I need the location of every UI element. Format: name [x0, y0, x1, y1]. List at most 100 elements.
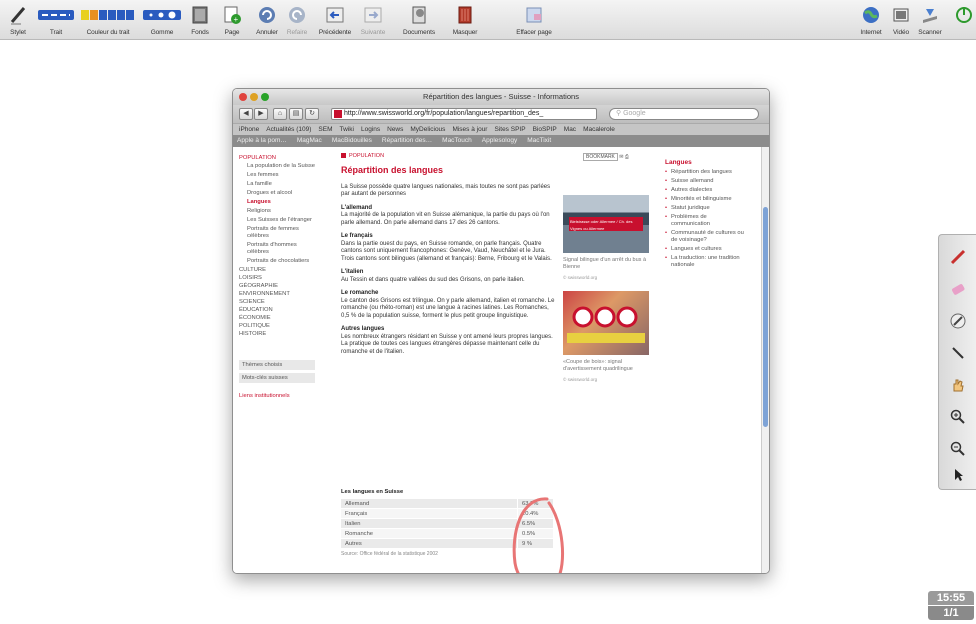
sidebar-link[interactable]: Langues et cultures: [665, 246, 747, 253]
nav-subitem[interactable]: Les Suisses de l'étranger: [239, 217, 315, 224]
nav-topic[interactable]: LOISIRS: [239, 275, 315, 281]
section-heading: L'italien: [341, 269, 364, 275]
vertical-scrollbar[interactable]: [761, 147, 769, 573]
hand-tool-icon[interactable]: [950, 377, 966, 393]
institutional-links[interactable]: Liens institutionnels: [239, 393, 315, 399]
browser-tab[interactable]: Apple à la pom…: [237, 137, 287, 144]
url-field[interactable]: http://www.swissworld.org/fr/population/…: [331, 108, 597, 120]
email-icon[interactable]: ✉: [619, 154, 623, 160]
nav-topic[interactable]: POLITIQUE: [239, 323, 315, 329]
nav-topic[interactable]: ENVIRONNEMENT: [239, 291, 315, 297]
bookmark-item[interactable]: Twiki: [340, 126, 354, 133]
nav-subitem[interactable]: La population de la Suisse: [239, 163, 315, 170]
nav-subitem[interactable]: Langues: [239, 199, 315, 206]
print-button[interactable]: ▤: [289, 108, 303, 120]
browser-tab[interactable]: MacBidouilles: [332, 137, 372, 144]
nav-topic[interactable]: SCIENCE: [239, 299, 315, 305]
print-icon[interactable]: ⎙: [625, 154, 629, 160]
url-text: http://www.swissworld.org/fr/population/…: [344, 110, 544, 117]
gomme-button[interactable]: Gomme: [142, 3, 182, 39]
forward-button[interactable]: ▶: [254, 108, 268, 120]
toolbar-label: Internet: [860, 29, 882, 36]
browser-tab[interactable]: Applesology: [482, 137, 517, 144]
nav-subitem[interactable]: Drogues et alcool: [239, 190, 315, 197]
video-button[interactable]: Vidéo: [890, 3, 912, 39]
nav-topic[interactable]: ÉDUCATION: [239, 307, 315, 313]
documents-button[interactable]: Documents: [402, 3, 436, 39]
nav-topic[interactable]: HISTOIRE: [239, 331, 315, 337]
fonds-button[interactable]: Fonds: [188, 3, 212, 39]
zoom-in-icon[interactable]: [950, 409, 966, 425]
nav-subitem[interactable]: La famille: [239, 181, 315, 188]
stylet-button[interactable]: Stylet: [6, 3, 30, 39]
previous-button[interactable]: Précédente: [318, 3, 352, 39]
masquer-button[interactable]: Masquer: [450, 3, 480, 39]
browser-tab[interactable]: MacTixit: [527, 137, 551, 144]
eraser-icon[interactable]: [950, 281, 966, 297]
sidebar-link[interactable]: Communauté de cultures ou de voisinage?: [665, 230, 747, 244]
bookmark-item[interactable]: Mises à jour: [452, 126, 487, 133]
search-placeholder: Google: [623, 110, 646, 117]
undo-icon: [257, 3, 277, 27]
redo-button[interactable]: Refaire: [284, 3, 310, 39]
bookmark-item[interactable]: Sites SPIP: [494, 126, 525, 133]
undo-button[interactable]: Annuler: [254, 3, 280, 39]
main-toolbar: Stylet Trait Couleur du trait Gomme Fond…: [0, 0, 976, 40]
browser-tab[interactable]: MagMac: [297, 137, 322, 144]
bookmark-item[interactable]: Mac: [564, 126, 576, 133]
power-button[interactable]: [954, 3, 974, 39]
bookmark-item[interactable]: Actualités (109): [266, 126, 311, 133]
nav-subitems: La population de la Suisse Les femmes La f…: [239, 163, 315, 265]
zoom-out-icon[interactable]: [950, 441, 966, 457]
bookmark-item[interactable]: Logins: [361, 126, 380, 133]
nav-box-item[interactable]: Mots-clés suisses: [239, 373, 315, 383]
sidebar-link[interactable]: Suisse allemand: [665, 178, 747, 185]
line-tool-icon[interactable]: [950, 345, 966, 361]
photo-credit: © swissworld.org: [563, 275, 598, 280]
breadcrumb[interactable]: POPULATION: [341, 153, 557, 161]
browser-tab[interactable]: Répartition des…: [382, 137, 432, 144]
scanner-button[interactable]: Scanner: [916, 3, 944, 39]
bookmark-item[interactable]: iPhone: [239, 126, 259, 133]
color-button[interactable]: Couleur du trait: [80, 3, 136, 39]
bookmark-button[interactable]: BOOKMARK: [583, 153, 618, 161]
nav-topic[interactable]: ÉCONOMIE: [239, 315, 315, 321]
nav-subitem[interactable]: Religions: [239, 208, 315, 215]
bookmark-item[interactable]: News: [387, 126, 403, 133]
back-button[interactable]: ◀: [239, 108, 253, 120]
web-page: POPULATION La population de la Suisse Les…: [233, 147, 763, 573]
next-button[interactable]: Suivante: [358, 3, 388, 39]
nav-subitem[interactable]: Portraits d'hommes célèbres: [239, 242, 315, 256]
highlighter-icon[interactable]: [950, 313, 966, 329]
pointer-icon[interactable]: [950, 467, 966, 483]
sidebar-link[interactable]: Minorités et bilinguisme: [665, 196, 747, 203]
reload-button[interactable]: ↻: [305, 108, 319, 120]
bookmark-item[interactable]: Macalerole: [583, 126, 615, 133]
nav-section-population[interactable]: POPULATION: [239, 155, 315, 161]
sidebar-link[interactable]: Autres dialectes: [665, 187, 747, 194]
nav-subitem[interactable]: Portraits de chocolatiers: [239, 258, 315, 265]
toolbar-label: Vidéo: [892, 29, 909, 36]
sidebar-link[interactable]: La traduction: une tradition nationale: [665, 255, 747, 269]
sidebar-link[interactable]: Répartition des langues: [665, 169, 747, 176]
nav-box-item[interactable]: Thèmes choisis: [239, 360, 315, 370]
red-pen-icon[interactable]: [950, 249, 966, 265]
sidebar-link[interactable]: Statut juridique: [665, 205, 747, 212]
bookmark-item[interactable]: SEM: [318, 126, 332, 133]
internet-button[interactable]: Internet: [858, 3, 884, 39]
nav-topic[interactable]: CULTURE: [239, 267, 315, 273]
clear-page-button[interactable]: Effacer page: [512, 3, 556, 39]
home-button[interactable]: ⌂: [273, 108, 287, 120]
nav-subitem[interactable]: Les femmes: [239, 172, 315, 179]
page-counter: 1/1: [928, 606, 974, 620]
trait-button[interactable]: Trait: [38, 3, 74, 39]
sidebar-link[interactable]: Problèmes de communication: [665, 214, 747, 228]
scrollbar-thumb[interactable]: [763, 207, 768, 427]
nav-subitem[interactable]: Portraits de femmes célèbres: [239, 226, 315, 240]
bookmark-item[interactable]: MyDelicious: [410, 126, 445, 133]
search-field[interactable]: ⚲ Google: [609, 108, 759, 120]
bookmark-item[interactable]: BioSPIP: [533, 126, 557, 133]
nav-topic[interactable]: GÉOGRAPHIE: [239, 283, 315, 289]
browser-tab[interactable]: MacTouch: [442, 137, 472, 144]
page-button[interactable]: + Page: [220, 3, 244, 39]
